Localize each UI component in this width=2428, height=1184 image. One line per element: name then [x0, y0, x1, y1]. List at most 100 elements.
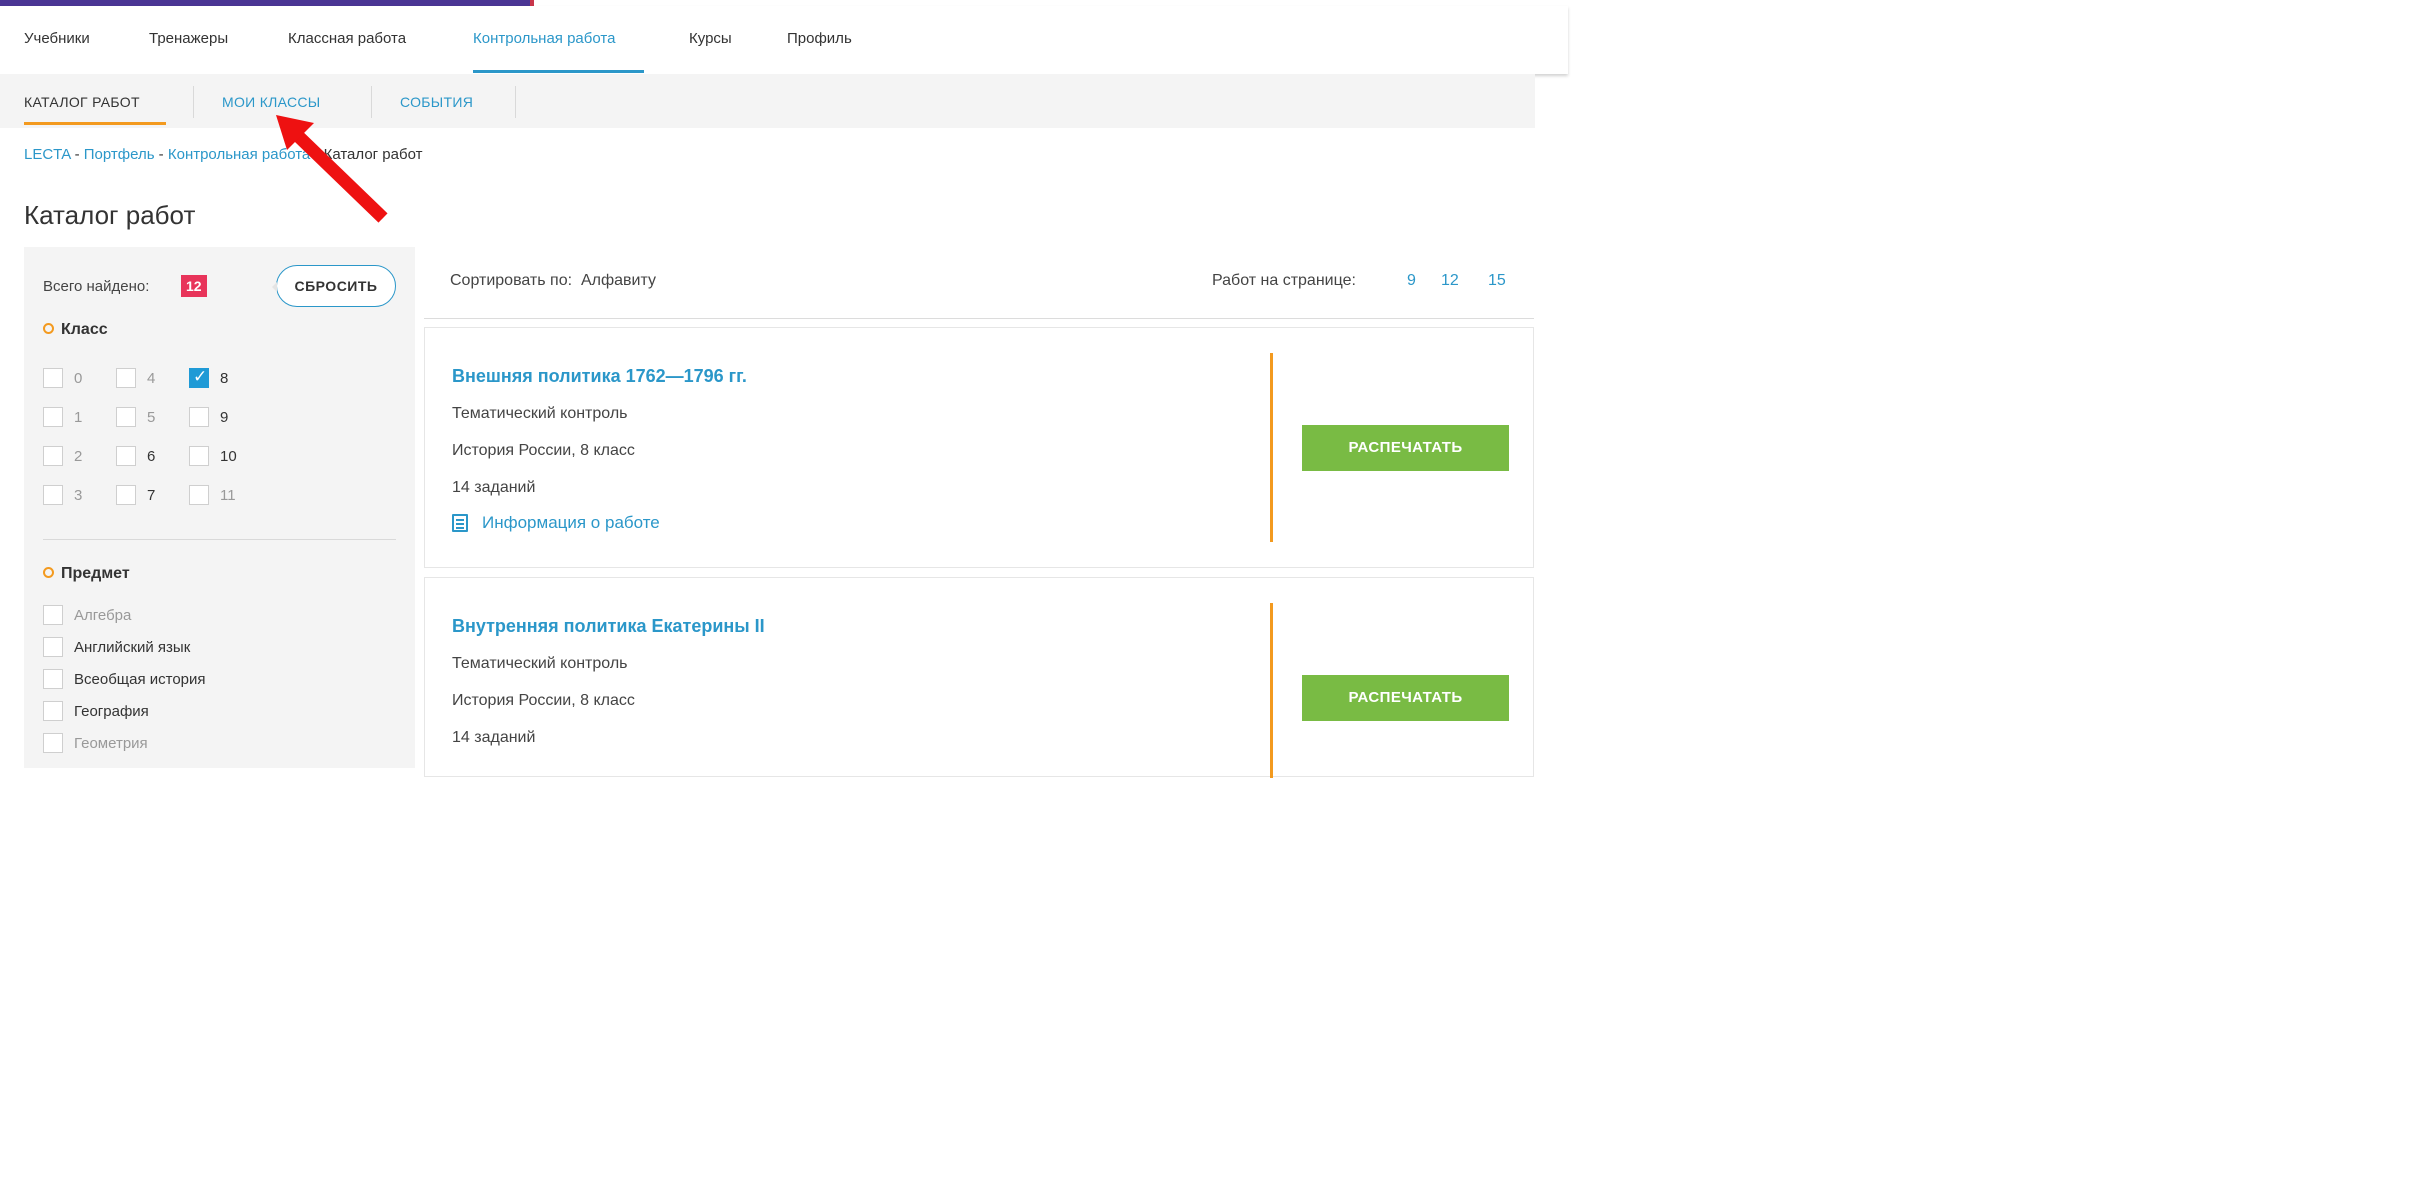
nav-item-courses[interactable]: Курсы — [689, 30, 732, 47]
checkbox-icon[interactable] — [43, 637, 63, 657]
work-type: Тематический контроль — [452, 405, 628, 422]
sidebar-divider — [43, 539, 396, 540]
work-type: Тематический контроль — [452, 655, 628, 672]
filter-checkbox[interactable]: 8 — [189, 367, 229, 388]
work-card: Внешняя политика 1762—1796 гг. Тематичес… — [424, 327, 1534, 568]
document-icon — [452, 514, 468, 532]
filter-checkbox-label: 11 — [220, 486, 236, 504]
checkbox-checked-icon[interactable] — [189, 367, 209, 388]
breadcrumb-lecta[interactable]: LECTA — [24, 146, 70, 163]
filter-checkbox-label: 6 — [147, 447, 156, 465]
tab-catalog[interactable]: КАТАЛОГ РАБОТ — [24, 94, 140, 110]
filter-checkbox[interactable]: Английский язык — [43, 637, 190, 657]
page-title: Каталог работ — [24, 200, 196, 230]
tab-my-classes[interactable]: МОИ КЛАССЫ — [222, 94, 321, 110]
nav-item-classwork[interactable]: Классная работа — [288, 30, 406, 47]
work-info-link[interactable]: Информация о работе — [452, 513, 660, 533]
filter-checkbox[interactable]: 3 — [43, 485, 82, 505]
tab-active-underline — [24, 122, 166, 125]
filter-checkbox[interactable]: 5 — [116, 407, 155, 427]
filter-checkbox-label: 1 — [74, 408, 83, 426]
checkbox-icon[interactable] — [43, 485, 63, 505]
filter-checkbox[interactable]: Всеобщая история — [43, 669, 206, 689]
work-course: История России, 8 класс — [452, 442, 635, 459]
filter-checkbox[interactable]: 11 — [189, 485, 236, 505]
work-tasks: 14 заданий — [452, 479, 536, 496]
reset-filters-button[interactable]: СБРОСИТЬ — [272, 265, 396, 307]
checkbox-icon[interactable] — [43, 407, 63, 427]
filter-checkbox-label: 4 — [147, 369, 156, 387]
filter-checkbox-label: 8 — [220, 369, 229, 387]
filter-checkbox-label: 9 — [220, 408, 229, 426]
filter-checkbox[interactable]: 6 — [116, 446, 155, 466]
main-nav: Учебники Тренажеры Классная работа Контр… — [0, 6, 1568, 74]
nav-item-trainers[interactable]: Тренажеры — [149, 30, 228, 47]
found-count-badge: 12 — [181, 275, 207, 297]
checkbox-icon[interactable] — [116, 368, 136, 388]
filter-checkbox[interactable]: 2 — [43, 446, 82, 466]
filter-checkbox-label: Английский язык — [74, 638, 191, 656]
checkbox-icon[interactable] — [116, 485, 136, 505]
filter-checkbox[interactable]: География — [43, 701, 149, 721]
sort-value: Алфавиту — [580, 272, 656, 289]
breadcrumb-tests[interactable]: Контрольная работа — [168, 146, 310, 163]
breadcrumb-separator: - — [310, 146, 324, 163]
filter-checkbox[interactable]: 1 — [43, 407, 82, 427]
filter-checkbox[interactable]: 0 — [43, 368, 82, 388]
checkbox-icon[interactable] — [43, 733, 63, 753]
tab-separator — [193, 86, 194, 118]
tab-events[interactable]: СОБЫТИЯ — [400, 94, 473, 110]
sort-label: Сортировать по: — [450, 272, 573, 289]
filter-checkbox[interactable]: Геометрия — [43, 733, 148, 753]
per-page-option[interactable]: 9 — [1407, 272, 1416, 290]
work-title-link[interactable]: Внутренняя политика Екатерины II — [452, 616, 765, 637]
filter-checkbox-label: 5 — [147, 408, 156, 426]
breadcrumb: LECTA - Портфель - Контрольная работа - … — [24, 146, 422, 163]
print-button[interactable]: РАСПЕЧАТАТЬ — [1302, 675, 1509, 721]
card-divider — [1270, 603, 1273, 778]
filter-checkbox-label: Алгебра — [74, 606, 132, 624]
per-page-option[interactable]: 12 — [1441, 272, 1459, 290]
filter-checkbox[interactable]: 10 — [189, 446, 237, 466]
breadcrumb-portfolio[interactable]: Портфель — [84, 146, 155, 163]
filter-checkbox[interactable]: 9 — [189, 407, 228, 427]
checkbox-icon[interactable] — [116, 407, 136, 427]
nav-active-underline — [473, 70, 644, 73]
per-page-label: Работ на странице: — [1212, 272, 1356, 289]
work-course: История России, 8 класс — [452, 692, 635, 709]
filter-sidebar: Всего найдено: 12 СБРОСИТЬ Класс 0 4 8 1 5 9 2… — [24, 247, 415, 768]
work-info-label: Информация о работе — [482, 513, 660, 532]
breadcrumb-separator: - — [154, 146, 168, 163]
breadcrumb-separator: - — [70, 146, 84, 163]
sort-control[interactable]: Сортировать по: Алфавиту — [450, 272, 656, 290]
card-divider — [1270, 353, 1273, 542]
circle-icon — [43, 323, 54, 334]
checkbox-icon[interactable] — [43, 446, 63, 466]
filter-checkbox-label: Всеобщая история — [74, 670, 206, 688]
checkbox-icon[interactable] — [189, 485, 209, 505]
subject-filter-title-text: Предмет — [61, 565, 130, 582]
print-button[interactable]: РАСПЕЧАТАТЬ — [1302, 425, 1509, 471]
nav-item-profile[interactable]: Профиль — [787, 30, 852, 47]
sub-nav: КАТАЛОГ РАБОТ МОИ КЛАССЫ СОБЫТИЯ — [0, 74, 1535, 128]
filter-checkbox-label: 2 — [74, 447, 83, 465]
per-page-option[interactable]: 15 — [1488, 272, 1506, 290]
checkbox-icon[interactable] — [43, 368, 63, 388]
checkbox-icon[interactable] — [189, 446, 209, 466]
filter-checkbox[interactable]: 4 — [116, 368, 155, 388]
checkbox-icon[interactable] — [43, 701, 63, 721]
work-card: Внутренняя политика Екатерины II Тематич… — [424, 577, 1534, 778]
filter-checkbox-label: География — [74, 702, 149, 720]
checkbox-icon[interactable] — [116, 446, 136, 466]
checkbox-icon[interactable] — [43, 605, 63, 625]
nav-item-tests[interactable]: Контрольная работа — [473, 30, 615, 47]
tab-separator — [515, 86, 516, 118]
circle-icon — [43, 567, 54, 578]
checkbox-icon[interactable] — [43, 669, 63, 689]
filter-checkbox[interactable]: Алгебра — [43, 605, 131, 625]
filter-checkbox-label: 0 — [74, 369, 83, 387]
filter-checkbox[interactable]: 7 — [116, 485, 155, 505]
checkbox-icon[interactable] — [189, 407, 209, 427]
nav-item-textbooks[interactable]: Учебники — [24, 30, 90, 47]
work-title-link[interactable]: Внешняя политика 1762—1796 гг. — [452, 366, 747, 387]
